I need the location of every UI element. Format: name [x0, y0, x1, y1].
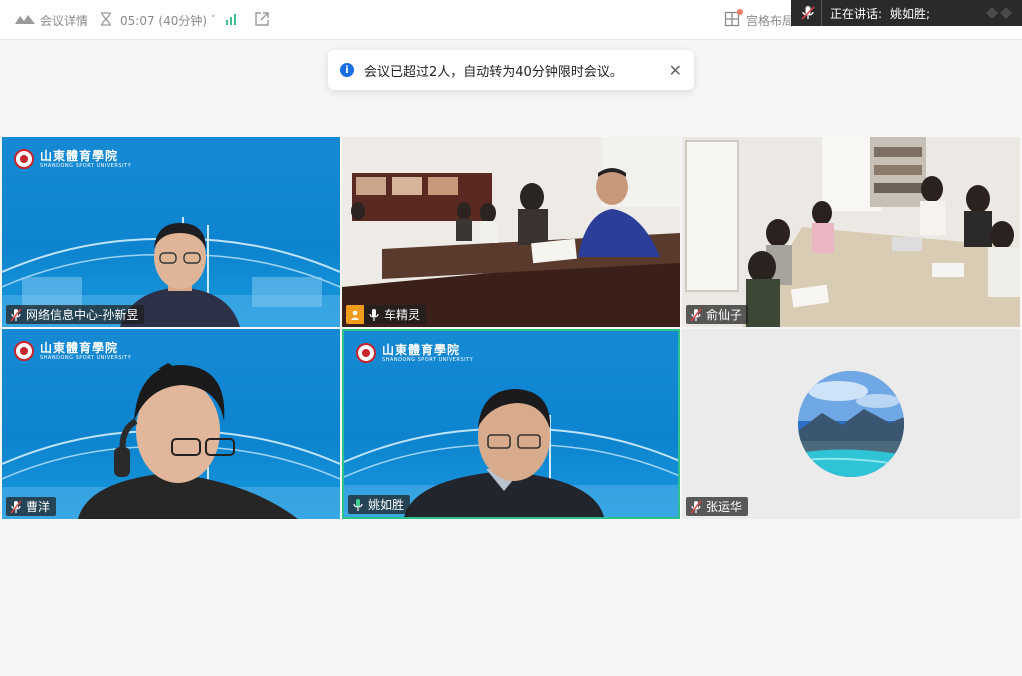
notification-toast: i 会议已超过2人，自动转为40分钟限时会议。 ✕	[328, 50, 694, 90]
network-signal[interactable]	[225, 0, 239, 40]
meeting-details-label: 会议详情	[40, 13, 89, 28]
mic-muted-icon	[10, 500, 22, 514]
mic-icon	[368, 308, 380, 322]
school-name-cn: 山東體育學院	[382, 342, 461, 357]
mic-muted-icon	[801, 5, 815, 21]
info-icon: i	[340, 63, 354, 77]
office-video	[682, 137, 1020, 327]
video-tile-3[interactable]: 俞仙子	[682, 137, 1020, 327]
participant-name-tag: 张运华	[686, 497, 749, 516]
participant-name: 张运华	[706, 500, 743, 514]
close-icon[interactable]: ✕	[669, 61, 682, 80]
participant-name: 姚如胜	[368, 498, 405, 512]
mic-muted-icon	[690, 500, 702, 514]
avatar	[798, 371, 904, 477]
participant-name: 车精灵	[384, 308, 421, 322]
school-seal-icon	[356, 343, 376, 363]
conference-room-video	[342, 137, 680, 327]
cloud-logo-icon	[14, 13, 36, 28]
participant-name-tag: 曹洋	[6, 497, 57, 516]
participant-video	[78, 363, 298, 519]
participant-name: 俞仙子	[706, 308, 743, 322]
video-tile-4[interactable]: 山東體育學院 SHANDONG SPORT UNIVERSITY 曹洋	[2, 329, 340, 519]
video-tile-2[interactable]: 车精灵	[342, 137, 680, 327]
video-tile-5-active[interactable]: 山東體育學院 SHANDONG SPORT UNIVERSITY 姚如胜	[342, 329, 680, 519]
school-name-cn: 山東體育學院	[40, 340, 119, 355]
mic-muted-icon	[690, 308, 702, 322]
grid-layout-button[interactable]: 宫格布局	[724, 0, 794, 40]
participant-name-tag: 姚如胜	[348, 495, 411, 514]
popout-button[interactable]	[254, 0, 270, 40]
speaking-name: 姚如胜;	[890, 6, 931, 21]
school-seal-icon	[14, 149, 34, 169]
window-controls-icon[interactable]	[984, 5, 1014, 21]
speaking-label: 正在讲话:	[830, 6, 883, 21]
participant-name-tag: 俞仙子	[686, 305, 749, 324]
popout-icon	[254, 11, 270, 30]
participant-name: 网络信息中心-孙新昱	[26, 308, 139, 322]
user-icon	[346, 305, 364, 324]
speaking-indicator: 正在讲话: 姚如胜;	[791, 0, 1022, 26]
school-name-en: SHANDONG SPORT UNIVERSITY	[40, 162, 132, 169]
chevron-down-icon: ˅	[211, 15, 216, 25]
school-name-en: SHANDONG SPORT UNIVERSITY	[40, 354, 132, 361]
video-tile-6[interactable]: 张运华	[682, 329, 1020, 519]
school-name-cn: 山東體育學院	[40, 148, 119, 163]
layout-label: 宫格布局	[746, 13, 795, 28]
grid-layout-icon	[724, 8, 743, 30]
participant-name-tag: 网络信息中心-孙新昱	[6, 305, 145, 324]
landscape-avatar-image	[798, 371, 904, 477]
school-logo: 山東體育學院 SHANDONG SPORT UNIVERSITY	[14, 149, 131, 169]
mic-speaking-icon	[352, 498, 364, 512]
toast-message: 会议已超过2人，自动转为40分钟限时会议。	[364, 64, 623, 80]
school-logo: 山東體育學院 SHANDONG SPORT UNIVERSITY	[356, 343, 473, 363]
school-name-en: SHANDONG SPORT UNIVERSITY	[382, 356, 474, 363]
divider	[821, 0, 822, 26]
hourglass-icon	[100, 11, 112, 29]
participant-name: 曹洋	[26, 500, 51, 514]
mic-muted-icon	[10, 308, 22, 322]
participant-video	[404, 389, 604, 517]
participant-name-tag: 车精灵	[346, 305, 427, 324]
video-tile-1[interactable]: 山東體育學院 SHANDONG SPORT UNIVERSITY 网络信息中心-…	[2, 137, 340, 327]
school-seal-icon	[14, 341, 34, 361]
meeting-details-button[interactable]: 会议详情	[14, 0, 88, 40]
timer-text: 05:07 (40分钟)	[120, 13, 208, 28]
signal-icon	[225, 13, 239, 28]
school-logo: 山東體育學院 SHANDONG SPORT UNIVERSITY	[14, 341, 131, 361]
meeting-timer[interactable]: 05:07 (40分钟) ˅	[100, 0, 216, 40]
